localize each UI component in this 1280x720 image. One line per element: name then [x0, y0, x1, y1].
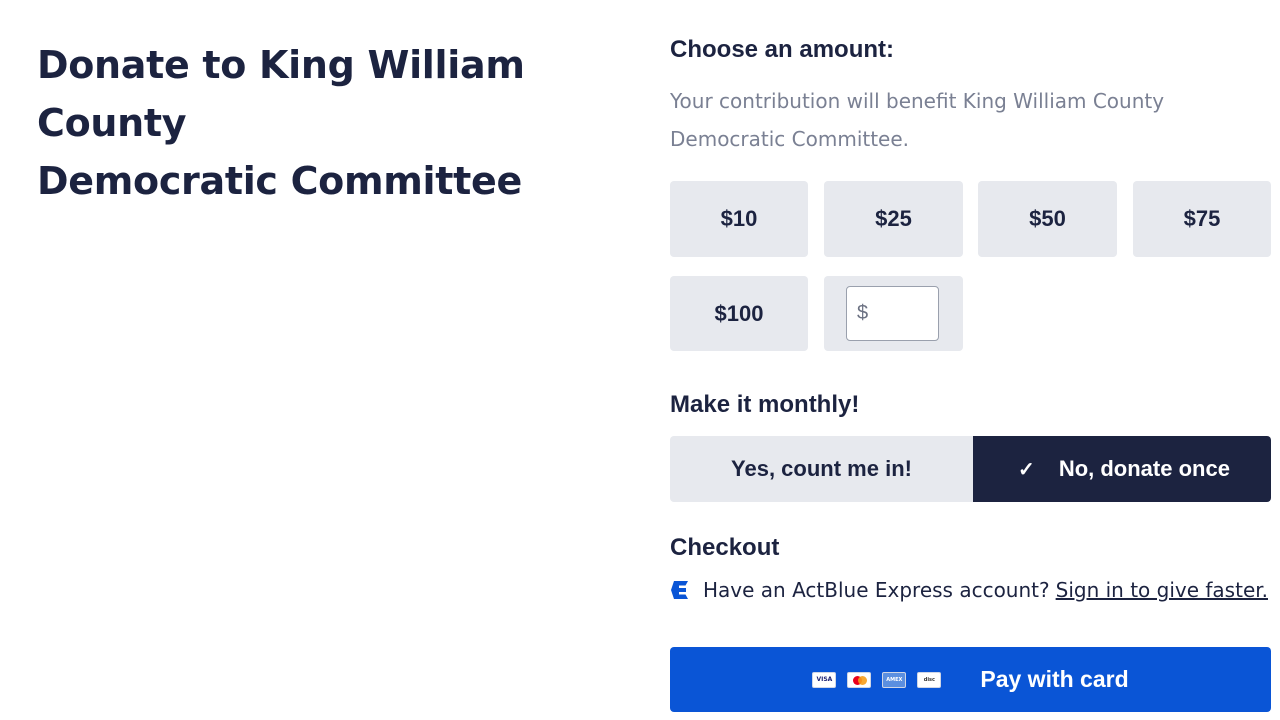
visa-card-icon: VISA — [812, 671, 837, 688]
custom-amount-input[interactable] — [871, 295, 935, 333]
express-signin-row: Have an ActBlue Express account? Sign in… — [670, 578, 1268, 602]
page-title: Donate to King William County Democratic… — [37, 36, 637, 210]
recurring-no-button[interactable]: ✓ No, donate once — [973, 436, 1271, 502]
amount-button-50[interactable]: $50 — [978, 181, 1117, 257]
express-account-text: Have an ActBlue Express account? — [703, 578, 1050, 602]
signin-link[interactable]: Sign in to give faster. — [1056, 578, 1268, 602]
custom-amount-tile: $ — [824, 276, 963, 351]
discover-card-icon: disc — [917, 671, 942, 688]
contribution-description-line2: Democratic Committee. — [670, 127, 910, 151]
recurring-yes-label: Yes, count me in! — [731, 456, 912, 481]
recurring-yes-button[interactable]: Yes, count me in! — [670, 436, 973, 502]
currency-prefix: $ — [857, 302, 869, 324]
monthly-heading: Make it monthly! — [670, 391, 860, 418]
card-icons: VISA AMEX disc — [812, 671, 952, 688]
donation-page: Donate to King William County Democratic… — [0, 0, 1280, 720]
contribution-description: Your contribution will benefit King Will… — [670, 82, 1230, 158]
contribution-description-line1: Your contribution will benefit King Will… — [670, 89, 1165, 113]
actblue-express-icon — [671, 581, 688, 599]
amount-heading: Choose an amount: — [670, 36, 895, 63]
pay-button-label: Pay with card — [980, 666, 1129, 692]
page-title-line2: Democratic Committee — [37, 159, 522, 203]
checkout-heading: Checkout — [670, 534, 780, 561]
page-title-line1: Donate to King William County — [37, 43, 525, 145]
amount-button-10[interactable]: $10 — [670, 181, 808, 257]
amex-card-icon: AMEX — [882, 671, 907, 688]
checkmark-icon: ✓ — [1018, 458, 1035, 481]
pay-with-card-button[interactable]: VISA AMEX disc Pay with card — [670, 647, 1271, 712]
mastercard-icon — [847, 671, 872, 688]
custom-amount-box[interactable]: $ — [846, 286, 939, 341]
amount-button-25[interactable]: $25 — [824, 181, 963, 257]
amount-button-75[interactable]: $75 — [1133, 181, 1271, 257]
recurring-no-label: No, donate once — [1058, 456, 1230, 481]
amount-button-100[interactable]: $100 — [670, 276, 808, 351]
